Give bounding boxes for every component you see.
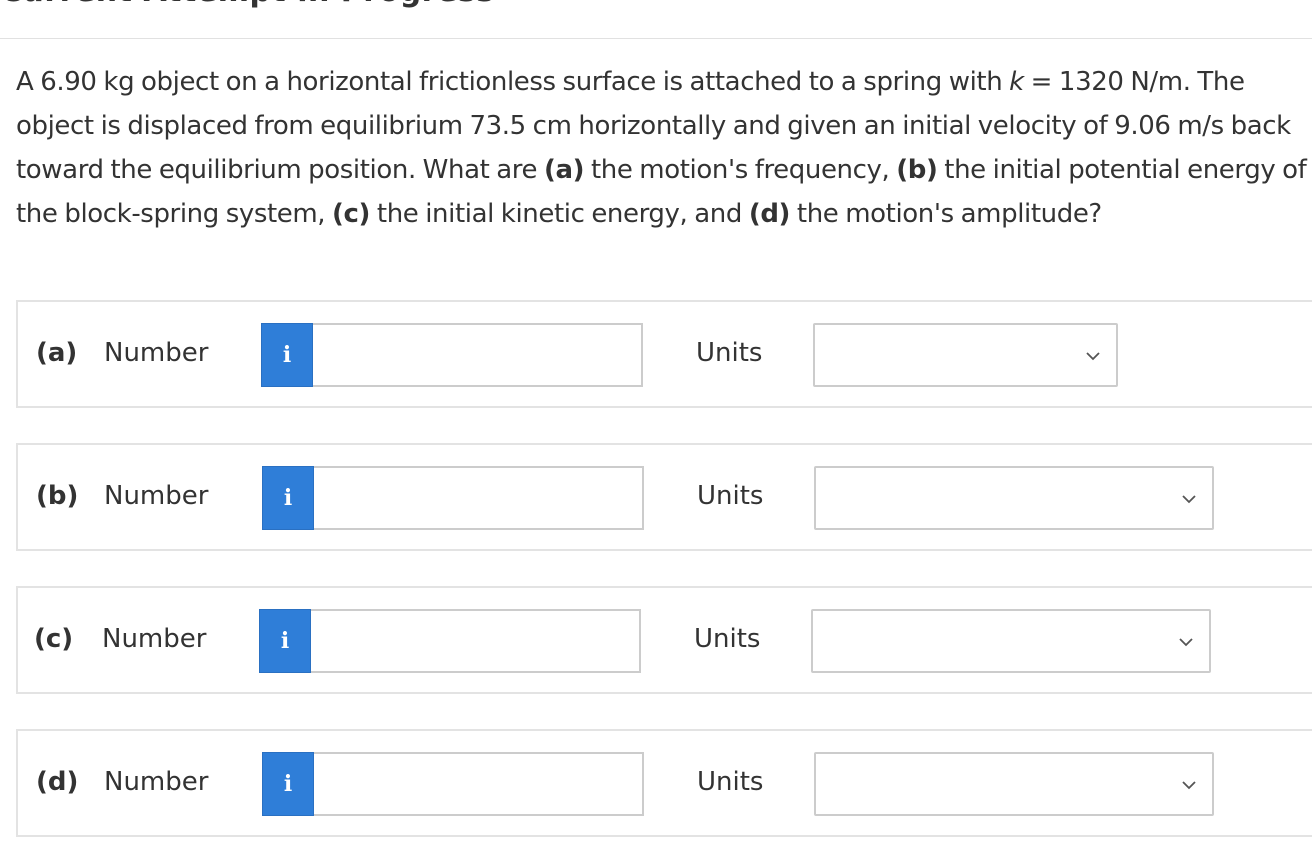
units-dropdown[interactable] (814, 752, 1214, 816)
question-text: A 6.90 kg object on a horizontal frictio… (16, 60, 1308, 236)
info-icon: i (283, 485, 293, 511)
number-input[interactable] (313, 323, 643, 387)
number-label: Number (104, 338, 209, 368)
answer-row-b: (b) Number i Units (16, 443, 1312, 551)
question-part-b-marker: (b) (896, 155, 938, 185)
number-input[interactable] (314, 466, 644, 530)
units-dropdown[interactable] (813, 323, 1118, 387)
question-part-c-marker: (c) (332, 199, 371, 229)
question-segment: the motion's frequency, (584, 155, 897, 185)
info-icon: i (280, 628, 290, 654)
part-label: (a) (36, 338, 78, 368)
number-label: Number (102, 624, 207, 654)
info-button[interactable]: i (262, 466, 314, 530)
answer-row-d: (d) Number i Units (16, 729, 1312, 837)
number-label: Number (104, 481, 209, 511)
question-page: Current Attempt in Progress A 6.90 kg ob… (0, 0, 1312, 866)
chevron-down-icon (1179, 638, 1193, 647)
info-icon: i (282, 342, 292, 368)
header-divider (0, 38, 1312, 39)
number-label: Number (104, 767, 209, 797)
chevron-down-icon (1086, 352, 1100, 361)
question-segment: the motion's amplitude? (790, 199, 1102, 229)
spring-constant-symbol: k (1009, 67, 1024, 97)
units-label: Units (696, 338, 763, 368)
part-label: (d) (36, 767, 79, 797)
question-part-a-marker: (a) (543, 155, 585, 185)
attempt-status-title: Current Attempt in Progress (0, 0, 495, 9)
question-part-d-marker: (d) (748, 199, 791, 229)
info-button[interactable]: i (259, 609, 311, 673)
units-label: Units (697, 767, 764, 797)
part-label: (b) (36, 481, 79, 511)
info-button[interactable]: i (261, 323, 313, 387)
chevron-down-icon (1182, 495, 1196, 504)
info-icon: i (283, 771, 293, 797)
units-label: Units (694, 624, 761, 654)
question-segment: A 6.90 kg object on a horizontal frictio… (16, 67, 1010, 97)
units-dropdown[interactable] (811, 609, 1211, 673)
units-dropdown[interactable] (814, 466, 1214, 530)
number-input[interactable] (311, 609, 641, 673)
question-segment: the initial kinetic energy, and (370, 199, 749, 229)
units-label: Units (697, 481, 764, 511)
answer-row-c: (c) Number i Units (16, 586, 1312, 694)
info-button[interactable]: i (262, 752, 314, 816)
answer-row-a: (a) Number i Units (16, 300, 1312, 408)
chevron-down-icon (1182, 781, 1196, 790)
part-label: (c) (34, 624, 74, 654)
number-input[interactable] (314, 752, 644, 816)
